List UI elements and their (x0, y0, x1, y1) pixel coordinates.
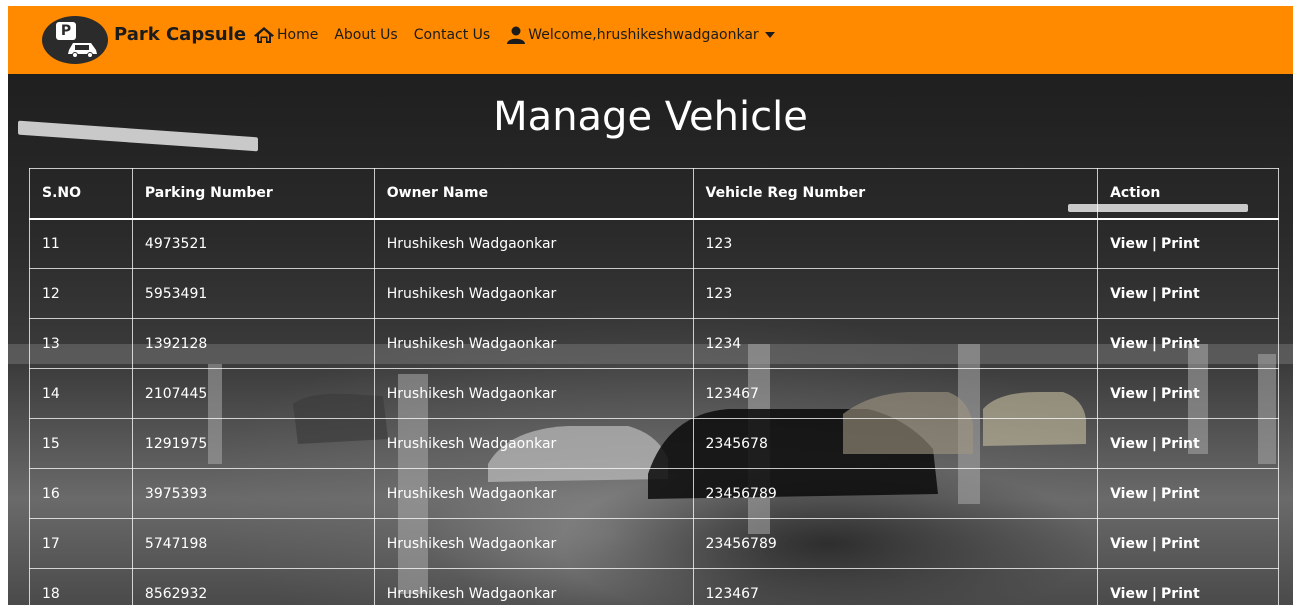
action-separator: | (1151, 285, 1158, 302)
nav-contact-label: Contact Us (413, 27, 491, 43)
nav-contact-link[interactable]: Contact Us (414, 27, 490, 43)
nav-home-label: Home (277, 27, 319, 43)
cell-action: View | Print (1097, 368, 1279, 419)
print-link[interactable]: Print (1161, 486, 1200, 502)
park-capsule-logo[interactable]: P (42, 16, 108, 64)
cell-owner-name: Hrushikesh Wadgaonkar (373, 268, 694, 319)
cell-vehicle-reg-number: 23456789 (692, 518, 1099, 569)
table-header-row: S.NO Parking Number Owner Name Vehicle R… (29, 168, 1279, 220)
cell-action: View | Print (1097, 568, 1279, 605)
table-row: 12 5953491 Hrushikesh Wadgaonkar 123 Vie… (29, 268, 1279, 319)
view-link[interactable]: View (1110, 436, 1148, 452)
table-row: 11 4973521 Hrushikesh Wadgaonkar 123 Vie… (29, 218, 1279, 269)
action-separator: | (1151, 585, 1158, 602)
print-link[interactable]: Print (1161, 286, 1200, 302)
cell-sno: 16 (29, 468, 133, 519)
table-row: 13 1392128 Hrushikesh Wadgaonkar 1234 Vi… (29, 318, 1279, 369)
column-header-vehicle-reg-number: Vehicle Reg Number (692, 168, 1099, 220)
cell-vehicle-reg-number: 123467 (692, 368, 1099, 419)
brand-name[interactable]: Park Capsule (114, 24, 246, 45)
column-header-sno: S.NO (29, 168, 133, 220)
cell-owner-name: Hrushikesh Wadgaonkar (373, 518, 694, 569)
navbar: P Park Capsule Home About Us Contact Us … (8, 6, 1293, 74)
cell-sno: 11 (29, 218, 133, 269)
cell-action: View | Print (1097, 218, 1279, 269)
table-row: 16 3975393 Hrushikesh Wadgaonkar 2345678… (29, 468, 1279, 519)
cell-action: View | Print (1097, 318, 1279, 369)
cell-parking-number: 1392128 (131, 318, 375, 369)
caret-down-icon (764, 32, 775, 38)
column-header-action: Action (1097, 168, 1279, 220)
cell-owner-name: Hrushikesh Wadgaonkar (373, 418, 694, 469)
cell-parking-number: 8562932 (131, 568, 375, 605)
table-row: 18 8562932 Hrushikesh Wadgaonkar 123467 … (29, 568, 1279, 605)
view-link[interactable]: View (1110, 386, 1148, 402)
app-frame: P Park Capsule Home About Us Contact Us … (8, 6, 1293, 605)
cell-sno: 18 (29, 568, 133, 605)
print-link[interactable]: Print (1161, 236, 1200, 252)
view-link[interactable]: View (1110, 236, 1148, 252)
cell-vehicle-reg-number: 23456789 (692, 468, 1099, 519)
table-row: 17 5747198 Hrushikesh Wadgaonkar 2345678… (29, 518, 1279, 569)
table-row: 15 1291975 Hrushikesh Wadgaonkar 2345678… (29, 418, 1279, 469)
action-separator: | (1151, 235, 1158, 252)
view-link[interactable]: View (1110, 586, 1148, 602)
cell-sno: 15 (29, 418, 133, 469)
user-menu-dropdown[interactable]: Welcome,hrushikeshwadgaonkar (506, 26, 776, 44)
cell-sno: 14 (29, 368, 133, 419)
view-link[interactable]: View (1110, 336, 1148, 352)
home-icon (254, 27, 274, 43)
action-separator: | (1151, 385, 1158, 402)
cell-sno: 13 (29, 318, 133, 369)
nav-home-link[interactable]: Home (253, 26, 318, 44)
action-separator: | (1151, 485, 1158, 502)
nav-links: Home About Us Contact Us Welcome,hrushik… (253, 26, 793, 44)
cell-parking-number: 1291975 (131, 418, 375, 469)
print-link[interactable]: Print (1161, 586, 1200, 602)
cell-owner-name: Hrushikesh Wadgaonkar (373, 368, 694, 419)
cell-action: View | Print (1097, 468, 1279, 519)
user-welcome-label: Welcome,hrushikeshwadgaonkar (528, 27, 759, 43)
cell-owner-name: Hrushikesh Wadgaonkar (373, 218, 694, 269)
cell-action: View | Print (1097, 268, 1279, 319)
nav-about-label: About Us (334, 27, 398, 43)
print-link[interactable]: Print (1161, 336, 1200, 352)
column-header-parking-number: Parking Number (131, 168, 375, 220)
view-link[interactable]: View (1110, 286, 1148, 302)
column-header-owner-name: Owner Name (373, 168, 694, 220)
print-link[interactable]: Print (1161, 436, 1200, 452)
cell-parking-number: 3975393 (131, 468, 375, 519)
cell-vehicle-reg-number: 123467 (692, 568, 1099, 605)
cell-owner-name: Hrushikesh Wadgaonkar (373, 318, 694, 369)
action-separator: | (1151, 535, 1158, 552)
cell-vehicle-reg-number: 123 (692, 218, 1099, 269)
cell-action: View | Print (1097, 418, 1279, 469)
user-icon (507, 26, 526, 44)
print-link[interactable]: Print (1161, 536, 1200, 552)
cell-parking-number: 5953491 (131, 268, 375, 319)
cell-vehicle-reg-number: 1234 (692, 318, 1099, 369)
cell-parking-number: 2107445 (131, 368, 375, 419)
vehicles-table: S.NO Parking Number Owner Name Vehicle R… (29, 168, 1279, 605)
car-logo-icon (68, 43, 97, 58)
cell-parking-number: 5747198 (131, 518, 375, 569)
view-link[interactable]: View (1110, 486, 1148, 502)
cell-sno: 17 (29, 518, 133, 569)
nav-about-link[interactable]: About Us (334, 27, 397, 43)
cell-parking-number: 4973521 (131, 218, 375, 269)
cell-action: View | Print (1097, 518, 1279, 569)
action-separator: | (1151, 435, 1158, 452)
table-row: 14 2107445 Hrushikesh Wadgaonkar 123467 … (29, 368, 1279, 419)
cell-owner-name: Hrushikesh Wadgaonkar (373, 468, 694, 519)
print-link[interactable]: Print (1161, 386, 1200, 402)
page-title: Manage Vehicle (493, 94, 808, 140)
cell-vehicle-reg-number: 123 (692, 268, 1099, 319)
cell-sno: 12 (29, 268, 133, 319)
action-separator: | (1151, 335, 1158, 352)
cell-owner-name: Hrushikesh Wadgaonkar (373, 568, 694, 605)
view-link[interactable]: View (1110, 536, 1148, 552)
cell-vehicle-reg-number: 2345678 (692, 418, 1099, 469)
